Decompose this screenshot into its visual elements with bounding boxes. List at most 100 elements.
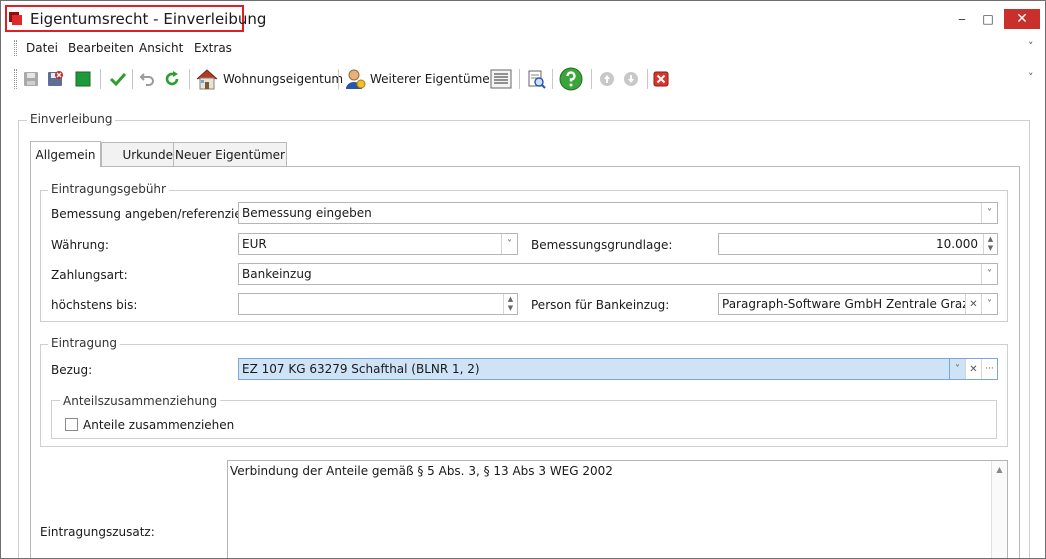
toolbar-separator <box>591 69 592 89</box>
arrow-up-icon <box>600 72 614 86</box>
save-button[interactable] <box>23 67 39 91</box>
anteile-zusammenziehen-checkbox[interactable] <box>65 418 78 431</box>
toolbar: Wohnungseigentum Weiterer Eigentümer? ˅ <box>1 63 1045 95</box>
undo-button[interactable] <box>139 67 155 91</box>
bezug-select[interactable]: EZ 107 KG 63279 Schafthal (BLNR 1, 2) ˅ … <box>238 358 998 380</box>
toolbar-separator <box>647 69 648 89</box>
waehrung-value: EUR <box>242 237 267 251</box>
wohnungseigentum-button[interactable]: Wohnungseigentum <box>195 67 343 91</box>
window-title: Eigentumsrecht - Einverleibung <box>30 10 267 28</box>
maximize-button[interactable]: □ <box>975 9 1001 29</box>
menu-extras[interactable]: Extras <box>194 41 232 55</box>
hoechstens-spinner[interactable]: ▲ ▼ <box>503 294 517 314</box>
cancel-button[interactable] <box>653 67 669 91</box>
save-disabled-icon <box>24 72 38 86</box>
refresh-button[interactable] <box>163 67 181 91</box>
bemessung-dropdown-icon[interactable]: ˅ <box>981 203 997 223</box>
hoechstens-label: höchstens bis: <box>51 298 138 312</box>
waehrung-select[interactable]: EUR ˅ <box>238 233 518 255</box>
bemessungsgrundlage-input[interactable]: 10.000 ▲ ▼ <box>718 233 998 255</box>
title-bar: Eigentumsrecht - Einverleibung ‒ □ ✕ <box>1 1 1045 35</box>
bezug-dropdown-icon[interactable]: ˅ <box>949 359 965 379</box>
weiterer-eigentuemer-button[interactable]: Weiterer Eigentümer? <box>344 67 501 91</box>
menu-bearbeiten[interactable]: Bearbeiten <box>68 41 134 55</box>
bemessungsgrundlage-value: 10.000 <box>936 237 978 251</box>
refresh-icon <box>165 71 179 86</box>
scroll-up-icon[interactable]: ▲ <box>996 465 1002 558</box>
eintragungsgebuehr-legend: Eintragungsgebühr <box>48 182 169 196</box>
person-dropdown-icon[interactable]: ˅ <box>981 294 997 314</box>
waehrung-dropdown-icon[interactable]: ˅ <box>501 234 517 254</box>
checkmark-icon <box>109 72 127 87</box>
bezug-more-icon[interactable]: ··· <box>981 359 997 379</box>
green-square-icon <box>75 71 91 87</box>
bemessung-label: Bemessung angeben/referenzieren: <box>51 207 266 221</box>
toolbar-separator <box>189 69 190 89</box>
menu-overflow-icon[interactable]: ˅ <box>1028 40 1034 53</box>
wohnungseigentum-label: Wohnungseigentum <box>223 72 344 86</box>
move-down-button[interactable] <box>623 67 639 91</box>
zahlungsart-select[interactable]: Bankeinzug ˅ <box>238 263 998 285</box>
person-bankeinzug-select[interactable]: Paragraph-Software GmbH Zentrale Graz ✕ … <box>718 293 998 315</box>
menu-ansicht[interactable]: Ansicht <box>139 41 183 55</box>
print-preview-icon <box>528 70 546 89</box>
toolbar-separator <box>519 69 520 89</box>
spin-up-icon[interactable]: ▲ <box>988 235 993 244</box>
eintragungszusatz-value: Verbindung der Anteile gemäß § 5 Abs. 3,… <box>230 464 613 478</box>
tab-neuer-eigentuemer[interactable]: Neuer Eigentümer <box>173 142 287 166</box>
toolbar-overflow-icon[interactable]: ˅ <box>1028 71 1034 84</box>
person-clear-icon[interactable]: ✕ <box>965 294 981 314</box>
document-list-button[interactable] <box>490 67 512 91</box>
minimize-button[interactable]: ‒ <box>949 9 975 29</box>
spin-down-icon[interactable]: ▼ <box>508 304 513 313</box>
einverleibung-legend: Einverleibung <box>27 112 116 126</box>
print-preview-button[interactable] <box>527 67 547 91</box>
cancel-icon <box>653 71 669 87</box>
main-window: Eigentumsrecht - Einverleibung ‒ □ ✕ Dat… <box>0 0 1046 559</box>
weiterer-eigentuemer-label: Weiterer Eigentümer? <box>370 72 501 86</box>
bemessung-select[interactable]: Bemessung eingeben ˅ <box>238 202 998 224</box>
help-icon <box>559 67 583 91</box>
bezug-clear-icon[interactable]: ✕ <box>965 359 981 379</box>
bemessungsgrundlage-spinner[interactable]: ▲ ▼ <box>983 234 997 254</box>
waehrung-label: Währung: <box>51 238 109 252</box>
bezug-value: EZ 107 KG 63279 Schafthal (BLNR 1, 2) <box>242 362 480 376</box>
toolbar-grip[interactable] <box>14 69 17 89</box>
move-up-button[interactable] <box>599 67 615 91</box>
save-close-button[interactable] <box>47 67 63 91</box>
person-icon <box>346 69 366 89</box>
menu-datei[interactable]: Datei <box>26 41 58 55</box>
bemessungsgrundlage-label: Bemessungsgrundlage: <box>531 238 673 252</box>
house-icon <box>196 69 218 90</box>
tab-allgemein[interactable]: Allgemein <box>30 141 101 167</box>
close-button[interactable]: ✕ <box>1004 9 1040 29</box>
toolbar-separator <box>132 69 133 89</box>
arrow-down-icon <box>624 72 638 86</box>
eintragungszusatz-scrollbar[interactable]: ▲ <box>991 461 1007 558</box>
eintragung-legend: Eintragung <box>48 336 120 350</box>
toolbar-separator <box>552 69 553 89</box>
zahlungsart-dropdown-icon[interactable]: ˅ <box>981 264 997 284</box>
spin-down-icon[interactable]: ▼ <box>988 244 993 253</box>
toolbar-separator <box>338 69 339 89</box>
menu-bar: Datei Bearbeiten Ansicht Extras ˅ <box>1 37 1045 59</box>
person-bankeinzug-value: Paragraph-Software GmbH Zentrale Graz <box>722 297 969 311</box>
confirm-button[interactable] <box>109 67 127 91</box>
menu-grip[interactable] <box>14 40 17 56</box>
toolbar-separator <box>100 69 101 89</box>
help-button[interactable] <box>559 67 583 91</box>
anteilszusammenziehung-legend: Anteilszusammenziehung <box>60 394 221 408</box>
bezug-label: Bezug: <box>51 363 93 377</box>
zahlungsart-value: Bankeinzug <box>242 267 312 281</box>
person-bankeinzug-label: Person für Bankeinzug: <box>531 298 670 312</box>
spin-up-icon[interactable]: ▲ <box>508 295 513 304</box>
hoechstens-input[interactable]: ▲ ▼ <box>238 293 518 315</box>
zahlungsart-label: Zahlungsart: <box>51 268 128 282</box>
bemessung-value: Bemessung eingeben <box>242 206 372 220</box>
eintragungszusatz-textarea[interactable]: Verbindung der Anteile gemäß § 5 Abs. 3,… <box>227 460 1008 558</box>
eintragungszusatz-label: Eintragungszusatz: <box>40 525 155 539</box>
anteile-zusammenziehen-label[interactable]: Anteile zusammenziehen <box>83 418 234 432</box>
save-close-icon <box>48 71 63 86</box>
undo-icon <box>139 73 154 86</box>
green-square-button[interactable] <box>75 67 91 91</box>
